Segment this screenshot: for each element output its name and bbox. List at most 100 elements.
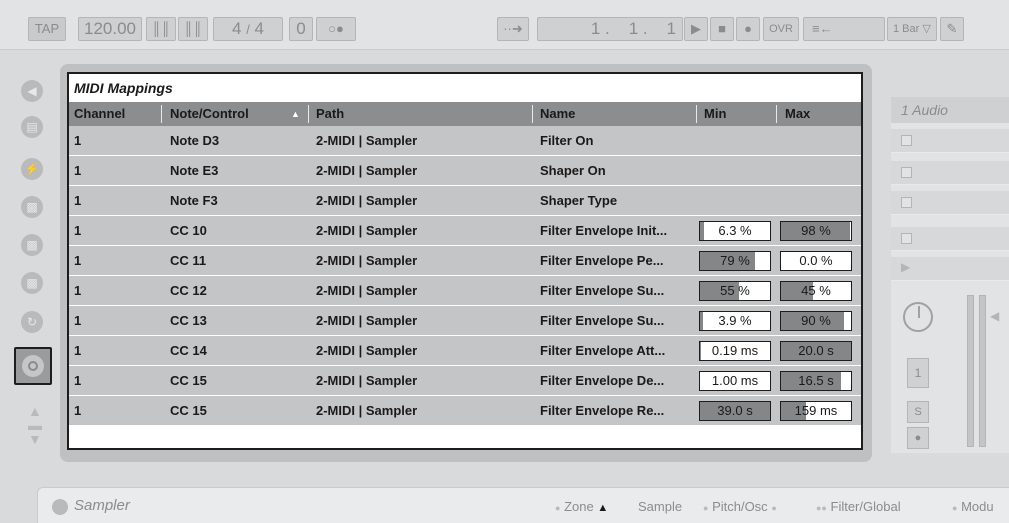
table-row[interactable]: 1 Note D3 2-MIDI | Sampler Filter On <box>69 126 861 156</box>
record-button[interactable]: ● <box>736 17 760 41</box>
device-browser-icon[interactable]: ▤ <box>21 116 43 138</box>
table-row[interactable]: 1 CC 15 2-MIDI | Sampler Filter Envelope De… <box>69 366 861 396</box>
stop-clip-icon[interactable] <box>901 135 912 146</box>
volume-slider-handle-icon[interactable]: ◀ <box>990 309 999 323</box>
tap-tempo-button[interactable]: TAP <box>28 17 66 41</box>
value-min-field[interactable]: 79 % <box>699 251 771 271</box>
nudge-up-button[interactable]: ║║ <box>178 17 208 41</box>
value-max-field[interactable]: 0.0 % <box>780 251 852 271</box>
device-power-icon[interactable] <box>52 499 68 515</box>
back-to-arrangement-icon[interactable]: ≡← <box>812 21 833 36</box>
plugin-browser-icon[interactable]: ⚡ <box>21 158 43 180</box>
metronome-button[interactable]: ○● <box>316 17 356 41</box>
stop-button[interactable]: ■ <box>710 17 734 41</box>
table-row[interactable]: 1 CC 13 2-MIDI | Sampler Filter Envelope Su… <box>69 306 861 336</box>
clip-slot[interactable] <box>891 161 1009 185</box>
track-title[interactable]: 1 Audio <box>891 97 1009 123</box>
cell-channel: 1 <box>74 223 82 238</box>
table-row[interactable]: 1 CC 14 2-MIDI | Sampler Filter Envelope At… <box>69 336 861 366</box>
cell-name: Filter Envelope De... <box>540 373 665 388</box>
cell-note-control: CC 15 <box>170 403 207 418</box>
column-header-path[interactable]: Path <box>311 102 531 126</box>
play-clip-icon[interactable]: ▶ <box>901 260 910 274</box>
refresh-icon[interactable]: ↻ <box>21 311 43 333</box>
value-max-field[interactable]: 20.0 s <box>780 341 852 361</box>
cell-channel: 1 <box>74 283 82 298</box>
tab-zone[interactable]: ● Zone ▲ <box>555 499 608 514</box>
browser-back-icon[interactable]: ◀ <box>21 80 43 102</box>
value-max-field[interactable]: 159 ms <box>780 401 852 421</box>
tab-sample[interactable]: Sample <box>638 499 682 514</box>
metronome-field[interactable]: 0 <box>289 17 313 41</box>
clip-slot-play[interactable]: ▶ <box>891 257 1009 281</box>
cell-name: Shaper Type <box>540 193 618 208</box>
value-max-text: 16.5 s <box>798 373 834 388</box>
solo-button[interactable]: S <box>907 401 929 423</box>
transport-bar: TAP 120.00 ║║ ║║ 4 / 4 0 ○● ··➜ 1 . 1 . … <box>0 0 1009 50</box>
value-min-field[interactable]: 6.3 % <box>699 221 771 241</box>
nudge-down-button[interactable]: ║║ <box>146 17 176 41</box>
table-row[interactable]: 1 CC 10 2-MIDI | Sampler Filter Envelope In… <box>69 216 861 246</box>
table-row[interactable]: 1 CC 12 2-MIDI | Sampler Filter Envelope Su… <box>69 276 861 306</box>
track-activator-button[interactable]: 1 <box>907 358 929 388</box>
value-min-field[interactable]: 39.0 s <box>699 401 771 421</box>
table-row[interactable]: 1 CC 15 2-MIDI | Sampler Filter Envelope Re… <box>69 396 861 426</box>
position-sixteenth: 1 <box>666 19 676 38</box>
panel-resize-handle[interactable]: ▲ ▬ ▼ <box>28 404 42 456</box>
value-min-field[interactable]: 0.19 ms <box>699 341 771 361</box>
overdub-button[interactable]: OVR <box>763 17 799 41</box>
clip-slot[interactable] <box>891 191 1009 215</box>
clips-folder-icon[interactable]: ▩ <box>21 196 43 218</box>
cell-note-control: CC 10 <box>170 223 207 238</box>
tab-modulation[interactable]: ● Modu <box>952 499 994 514</box>
time-sig-separator: / <box>246 22 250 37</box>
cell-note-control: Note D3 <box>170 133 220 148</box>
nudge-up-icon: ║║ <box>183 21 203 36</box>
samples-folder-icon[interactable]: ▩ <box>21 234 43 256</box>
value-min-field[interactable]: 55 % <box>699 281 771 301</box>
value-max-field[interactable]: 45 % <box>780 281 852 301</box>
column-header-channel[interactable]: Channel <box>69 102 155 126</box>
stop-clip-icon[interactable] <box>901 233 912 244</box>
table-row[interactable]: 1 Note E3 2-MIDI | Sampler Shaper On <box>69 156 861 186</box>
column-header-max[interactable]: Max <box>780 102 856 126</box>
library-folder-icon[interactable]: ▩ <box>21 272 43 294</box>
tempo-field[interactable]: 120.00 <box>78 17 142 41</box>
clip-slot[interactable] <box>891 227 1009 251</box>
midi-map-button[interactable] <box>14 347 52 385</box>
arrangement-position-field[interactable]: 1 . 1 . 1 <box>537 17 683 41</box>
time-sig-denominator: 4 <box>254 19 265 38</box>
value-max-field[interactable]: 16.5 s <box>780 371 852 391</box>
stop-clip-icon[interactable] <box>901 197 912 208</box>
time-signature-field[interactable]: 4 / 4 <box>213 17 283 41</box>
column-header-name[interactable]: Name <box>535 102 695 126</box>
follow-button[interactable]: ··➜ <box>497 17 529 41</box>
cell-name: Filter Envelope Re... <box>540 403 665 418</box>
stop-clip-icon[interactable] <box>901 167 912 178</box>
value-min-field[interactable]: 3.9 % <box>699 311 771 331</box>
table-row[interactable]: 1 CC 11 2-MIDI | Sampler Filter Envelope Pe… <box>69 246 861 276</box>
quantize-menu[interactable]: 1 Bar ▽ <box>887 17 937 41</box>
table-row[interactable]: 1 Note F3 2-MIDI | Sampler Shaper Type <box>69 186 861 216</box>
draw-mode-button[interactable]: ✎ <box>940 17 964 41</box>
position-bar: 1 <box>590 19 601 38</box>
column-header-note-control[interactable]: Note/Control <box>165 102 305 126</box>
value-max-field[interactable]: 98 % <box>780 221 852 241</box>
clip-slot[interactable] <box>891 129 1009 153</box>
track-column: 1 Audio ▶ ◀ 1 S ● <box>891 97 1009 453</box>
pan-knob[interactable] <box>903 302 933 332</box>
tab-pitch-osc[interactable]: ● Pitch/Osc ● <box>703 499 777 514</box>
follow-arrow-icon: ··➜ <box>503 21 523 36</box>
cell-channel: 1 <box>74 193 82 208</box>
column-header-min[interactable]: Min <box>699 102 775 126</box>
cell-channel: 1 <box>74 163 82 178</box>
play-button[interactable]: ▶ <box>684 17 708 41</box>
arm-button[interactable]: ● <box>907 427 929 449</box>
value-min-field[interactable]: 1.00 ms <box>699 371 771 391</box>
cell-channel: 1 <box>74 313 82 328</box>
volume-meter <box>967 295 974 447</box>
value-max-field[interactable]: 90 % <box>780 311 852 331</box>
value-max-text: 45 % <box>801 283 831 298</box>
nudge-down-icon: ║║ <box>151 21 171 36</box>
tab-filter-global[interactable]: ●● Filter/Global <box>816 499 901 514</box>
